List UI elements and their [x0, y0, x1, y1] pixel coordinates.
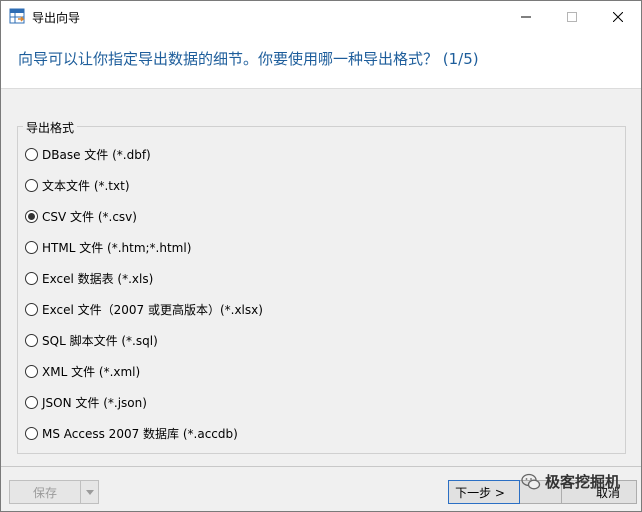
option-label: XML 文件 (*.xml)	[42, 364, 141, 379]
table-app-icon	[9, 8, 25, 24]
save-split-button[interactable]: 保存	[9, 480, 99, 504]
save-dropdown-button[interactable]	[80, 481, 98, 503]
close-icon	[613, 11, 623, 22]
export-wizard-window: 导出向导 向导可以让你指定导出数据的细节。你要使用哪一种导出格式？ (1/5) …	[0, 0, 642, 512]
wechat-icon	[521, 473, 541, 489]
option-label: MS Access 2007 数据库 (*.accdb)	[42, 426, 238, 441]
radio-option-csv[interactable]: CSV 文件 (*.csv)	[25, 207, 137, 225]
radio-option-sql[interactable]: SQL 脚本文件 (*.sql)	[25, 331, 158, 349]
option-label: Excel 数据表 (*.xls)	[42, 271, 154, 286]
option-label: JSON 文件 (*.json)	[42, 395, 147, 410]
window-title: 导出向导	[32, 11, 81, 25]
radio-option-txt[interactable]: 文本文件 (*.txt)	[25, 176, 130, 194]
radio-option-xml[interactable]: XML 文件 (*.xml)	[25, 362, 140, 380]
option-label: 文本文件 (*.txt)	[42, 178, 130, 193]
radio-option-dbf[interactable]: DBase 文件 (*.dbf)	[25, 145, 151, 163]
maximize-button[interactable]	[549, 1, 595, 32]
minimize-button[interactable]	[503, 1, 549, 32]
radio-button[interactable]	[25, 240, 38, 254]
save-button[interactable]: 保存	[10, 481, 80, 503]
option-label: CSV 文件 (*.csv)	[42, 209, 137, 224]
radio-button[interactable]	[25, 302, 38, 316]
wizard-header: 向导可以让你指定导出数据的细节。你要使用哪一种导出格式？ (1/5)	[1, 32, 641, 89]
maximize-icon	[567, 11, 577, 22]
option-label: SQL 脚本文件 (*.sql)	[42, 333, 158, 348]
option-label: HTML 文件 (*.htm;*.html)	[42, 240, 192, 255]
footer-divider	[1, 466, 641, 467]
radio-button[interactable]	[25, 271, 38, 285]
watermark: 极客挖掘机	[521, 471, 620, 492]
radio-button[interactable]	[25, 333, 38, 347]
radio-option-json[interactable]: JSON 文件 (*.json)	[25, 393, 147, 411]
next-label: 下一步 >	[455, 485, 505, 500]
chevron-down-icon	[85, 489, 94, 495]
radio-button[interactable]	[25, 426, 38, 440]
radio-button-selected[interactable]	[25, 209, 38, 223]
watermark-text: 极客挖掘机	[545, 473, 621, 491]
option-label: Excel 文件（2007 或更高版本）(*.xlsx)	[42, 302, 263, 317]
radio-option-html[interactable]: HTML 文件 (*.htm;*.html)	[25, 238, 191, 256]
radio-button[interactable]	[25, 147, 38, 161]
radio-option-xls[interactable]: Excel 数据表 (*.xls)	[25, 269, 153, 287]
wizard-question: 向导可以让你指定导出数据的细节。你要使用哪一种导出格式？ (1/5)	[18, 50, 479, 68]
radio-button[interactable]	[25, 364, 38, 378]
title-bar[interactable]: 导出向导	[1, 1, 641, 32]
radio-option-xlsx[interactable]: Excel 文件（2007 或更高版本）(*.xlsx)	[25, 300, 263, 318]
next-button[interactable]: 下一步 >	[448, 480, 520, 504]
minimize-icon	[521, 16, 531, 17]
export-format-label: 导出格式	[23, 119, 78, 136]
radio-option-accdb[interactable]: MS Access 2007 数据库 (*.accdb)	[25, 424, 238, 442]
radio-button[interactable]	[25, 395, 38, 409]
radio-button[interactable]	[25, 178, 38, 192]
option-label: DBase 文件 (*.dbf)	[42, 147, 151, 162]
close-button[interactable]	[595, 1, 641, 32]
